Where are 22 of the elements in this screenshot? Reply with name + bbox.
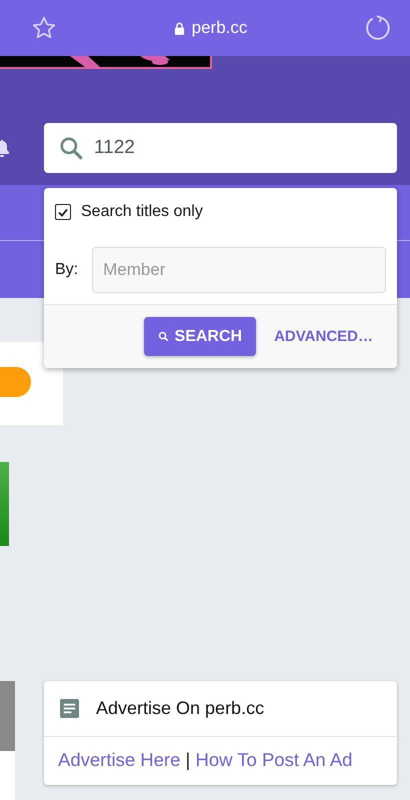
link-separator: | bbox=[186, 749, 190, 770]
by-label: By: bbox=[55, 261, 78, 279]
reload-icon[interactable] bbox=[364, 14, 392, 42]
search-button[interactable]: SEARCH bbox=[144, 317, 256, 356]
lock-icon bbox=[174, 22, 185, 34]
document-icon bbox=[60, 699, 79, 718]
search-value: 1122 bbox=[94, 137, 135, 159]
bookmark-star-icon[interactable] bbox=[31, 15, 57, 41]
post-ad-link[interactable]: How To Post An Ad bbox=[195, 749, 352, 770]
search-field[interactable]: 1122 bbox=[44, 123, 397, 173]
side-panel bbox=[0, 681, 15, 751]
url-text[interactable]: perb.cc bbox=[192, 18, 248, 38]
check-icon bbox=[57, 206, 69, 218]
side-card bbox=[0, 751, 15, 800]
ad-card-title: Advertise On perb.cc bbox=[96, 698, 264, 719]
advanced-link[interactable]: ADVANCED… bbox=[274, 328, 373, 345]
search-icon bbox=[158, 331, 169, 342]
checkbox[interactable] bbox=[55, 204, 71, 220]
advertise-link[interactable]: Advertise Here bbox=[58, 749, 180, 770]
checkbox-label: Search titles only bbox=[81, 203, 203, 221]
search-icon bbox=[58, 135, 84, 161]
member-field[interactable]: Member bbox=[92, 247, 386, 293]
